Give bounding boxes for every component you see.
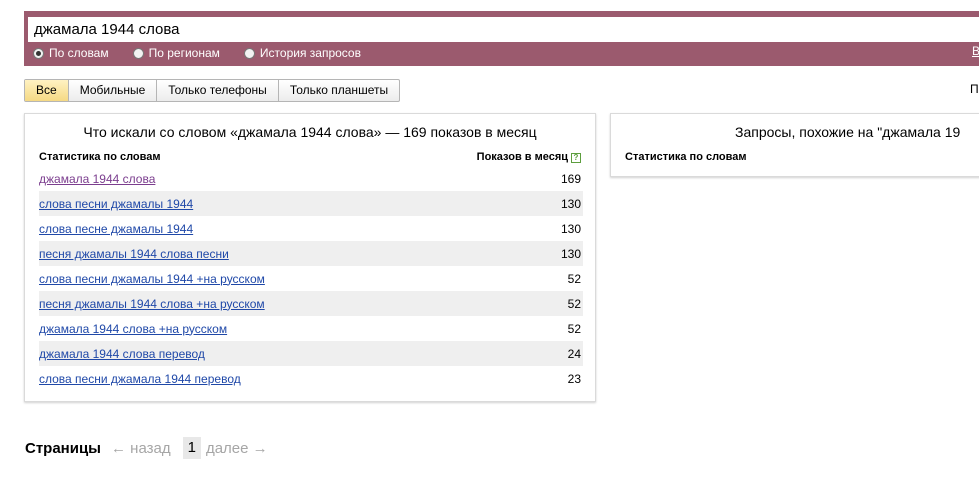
filter-phones-only[interactable]: Только телефоны — [157, 80, 279, 101]
search-mode-group: По словам По регионам История запросов — [33, 44, 385, 62]
radio-icon — [132, 47, 144, 59]
column-header-phrase: Статистика по словам — [625, 151, 747, 163]
next-page-link: далее → — [205, 439, 268, 457]
words-stats-panel: Что искали со словом «джамала 1944 слова… — [24, 113, 596, 402]
query-link[interactable]: джамала 1944 слова — [39, 172, 155, 186]
query-link[interactable]: джамала 1944 слова +на русском — [39, 322, 227, 336]
mode-label: По регионам — [148, 46, 220, 60]
filter-all[interactable]: Все — [25, 80, 69, 101]
pagination: Страницы ← назад 1 далее → — [25, 437, 280, 459]
similar-queries-panel: Запросы, похожие на "джамала 19 Статисти… — [610, 113, 979, 177]
impressions-count: 52 — [567, 271, 581, 286]
impressions-count: 24 — [567, 346, 581, 361]
table-row: песня джамалы 1944 слова +на русском 52 — [39, 291, 583, 316]
column-header-phrase: Статистика по словам — [39, 151, 161, 163]
panel-title: Что искали со словом «джамала 1944 слова… — [83, 124, 537, 140]
column-header-count: Показов в месяц? — [477, 151, 581, 163]
device-filter-group: Все Мобильные Только телефоны Только пла… — [24, 79, 401, 102]
impressions-count: 52 — [567, 321, 581, 336]
mode-by-regions[interactable]: По регионам — [132, 46, 220, 60]
query-link[interactable]: песня джамалы 1944 слова +на русском — [39, 297, 265, 311]
table-row: слова песни джамала 1944 перевод 23 — [39, 366, 583, 391]
table-row: слова песни джамалы 1944 130 — [39, 191, 583, 216]
table-row: слова песни джамалы 1944 +на русском 52 — [39, 266, 583, 291]
query-link[interactable]: слова песни джамалы 1944 +на русском — [39, 272, 265, 286]
query-link[interactable]: слова песни джамала 1944 перевод — [39, 372, 241, 386]
mode-query-history[interactable]: История запросов — [243, 46, 361, 60]
table-row: джамала 1944 слова +на русском 52 — [39, 316, 583, 341]
prev-page-link: ← назад — [111, 439, 171, 457]
filter-tablets-only[interactable]: Только планшеты — [279, 80, 399, 101]
table-row: слова песне джамалы 1944 130 — [39, 216, 583, 241]
stats-table: джамала 1944 слова 169 слова песни джамалы… — [39, 166, 583, 391]
impressions-count: 23 — [567, 371, 581, 386]
impressions-count: 52 — [567, 296, 581, 311]
impressions-count: 130 — [560, 221, 581, 236]
table-row: джамала 1944 слова 169 — [39, 166, 583, 191]
radio-icon — [33, 47, 44, 59]
impressions-count: 169 — [560, 171, 581, 186]
query-link[interactable]: джамала 1944 слова перевод — [39, 347, 205, 361]
band-link[interactable]: В — [972, 44, 979, 58]
panel-title: Запросы, похожие на "джамала 19 — [735, 124, 961, 140]
search-input[interactable] — [28, 17, 979, 42]
mode-label: По словам — [49, 46, 109, 60]
radio-icon — [243, 47, 255, 59]
right-cut-text: П — [970, 82, 979, 96]
query-link[interactable]: слова песне джамалы 1944 — [39, 222, 193, 236]
mode-by-words[interactable]: По словам — [33, 46, 109, 60]
query-link[interactable]: песня джамалы 1944 слова песни — [39, 247, 229, 261]
mode-label: История запросов — [259, 46, 361, 60]
help-icon[interactable]: ? — [571, 153, 581, 163]
query-link[interactable]: слова песни джамалы 1944 — [39, 197, 193, 211]
column-header-count-label: Показов в месяц — [476, 151, 568, 163]
filter-mobile[interactable]: Мобильные — [69, 80, 158, 101]
table-row: джамала 1944 слова перевод 24 — [39, 341, 583, 366]
current-page: 1 — [182, 437, 201, 459]
impressions-count: 130 — [560, 246, 581, 261]
impressions-count: 130 — [560, 196, 581, 211]
table-row: песня джамалы 1944 слова песни 130 — [39, 241, 583, 266]
pagination-label: Страницы — [25, 439, 101, 457]
